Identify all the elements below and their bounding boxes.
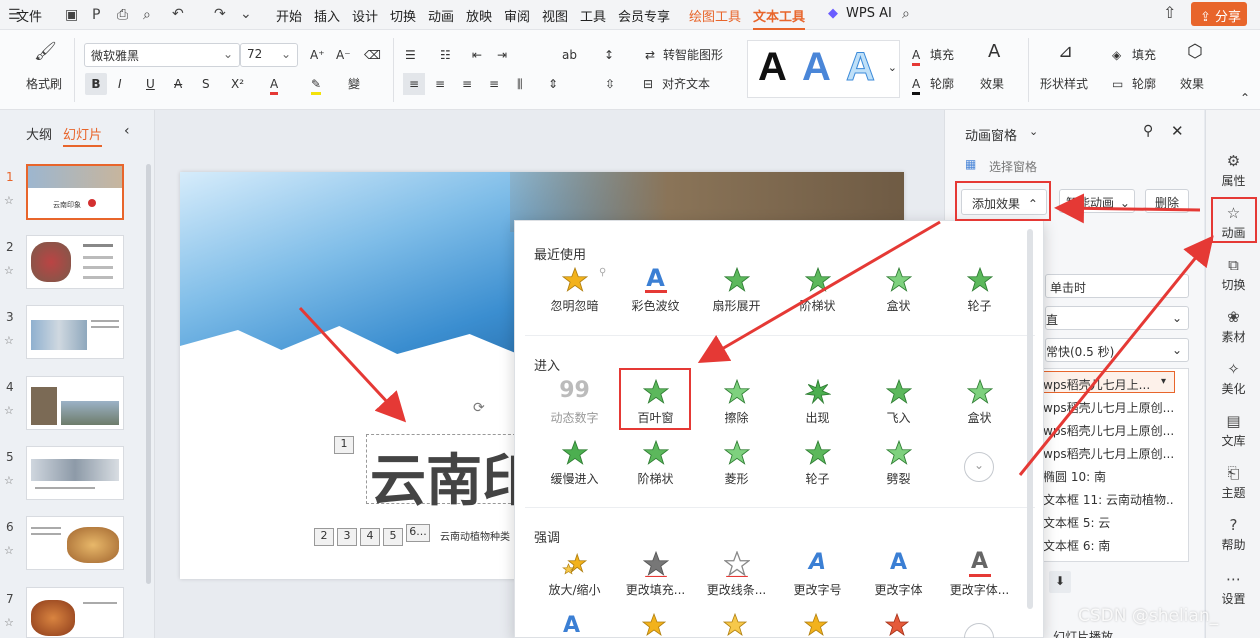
watermark: CSDN @shelian_ [1078, 606, 1219, 626]
annotation-arrows [298, 193, 1214, 476]
